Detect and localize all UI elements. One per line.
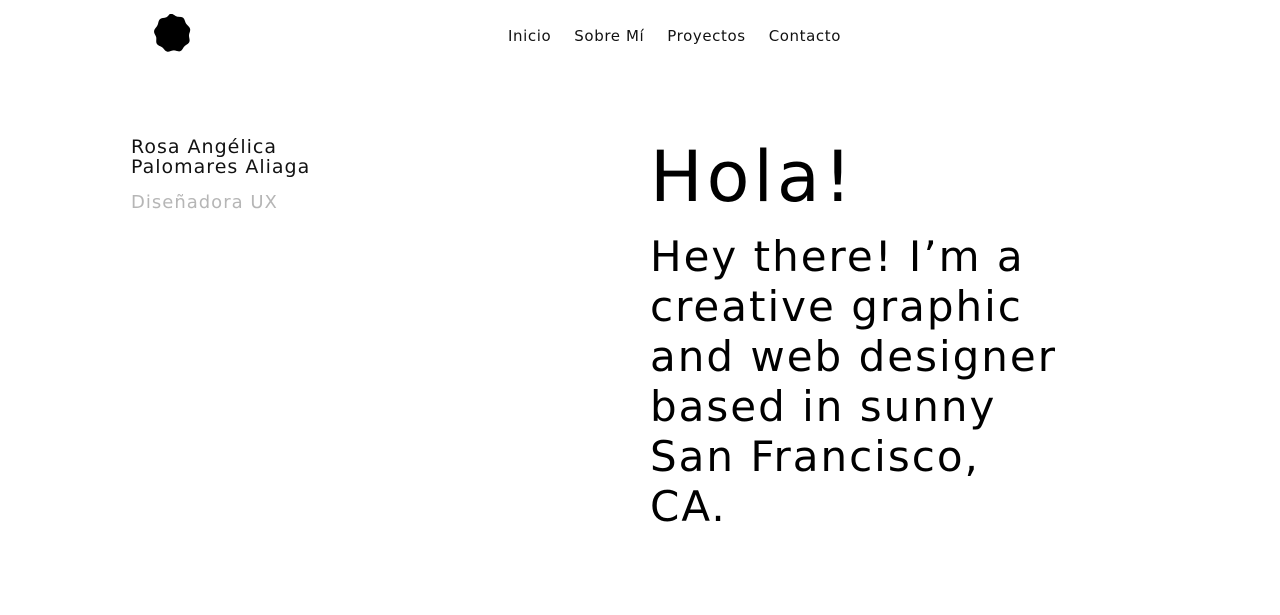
profile-name-line-2: Palomares Aliaga bbox=[131, 156, 311, 178]
hero-line: and web designer bbox=[650, 332, 1058, 381]
site-logo-icon[interactable] bbox=[152, 14, 192, 52]
hero-intro-text: Hey there! I’m a creative graphic and we… bbox=[650, 232, 1170, 532]
profile-name-line-1: Rosa Angélica bbox=[131, 136, 277, 158]
nav-link-proyectos[interactable]: Proyectos bbox=[667, 26, 745, 46]
hero-section: Hola! Hey there! I’m a creative graphic … bbox=[650, 138, 1170, 532]
portfolio-page: Inicio Sobre Mí Proyectos Contacto Rosa … bbox=[0, 0, 1280, 615]
hero-line: CA. bbox=[650, 482, 727, 531]
main-nav: Inicio Sobre Mí Proyectos Contacto bbox=[508, 26, 841, 46]
hero-line: based in sunny bbox=[650, 382, 997, 431]
hero-title: Hola! bbox=[650, 136, 856, 218]
nav-link-inicio[interactable]: Inicio bbox=[508, 26, 551, 46]
profile-role: Diseñadora UX bbox=[131, 192, 278, 213]
scalloped-circle-logo-icon bbox=[154, 14, 191, 52]
hero-line: San Francisco, bbox=[650, 432, 980, 481]
nav-link-sobre-mi[interactable]: Sobre Mí bbox=[574, 26, 644, 46]
hero-line: creative graphic bbox=[650, 282, 1023, 331]
nav-link-contacto[interactable]: Contacto bbox=[769, 26, 841, 46]
hero-line: Hey there! I’m a bbox=[650, 232, 1025, 281]
profile-section: Rosa Angélica Palomares Aliaga Diseñador… bbox=[131, 137, 451, 213]
